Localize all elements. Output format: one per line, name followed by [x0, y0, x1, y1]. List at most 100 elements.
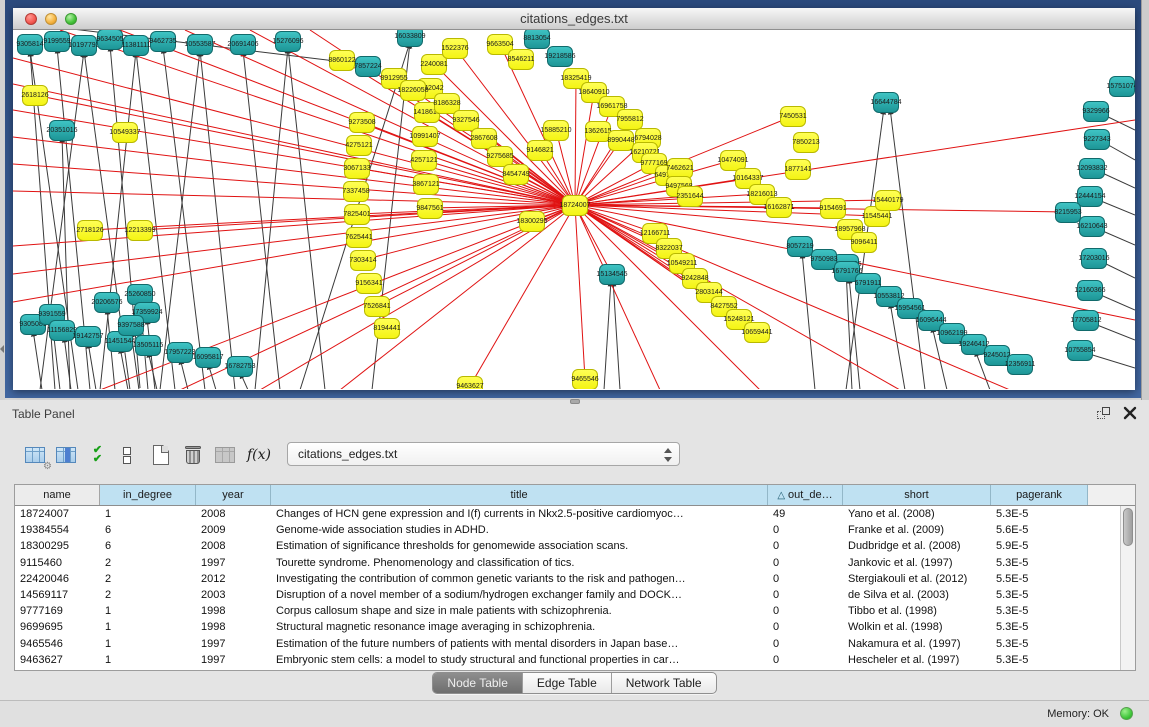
cell-pagerank[interactable]: 5.3E-5 — [991, 603, 1088, 619]
graph-node[interactable]: 20206576 — [94, 292, 120, 313]
cell-out_de[interactable]: 0 — [768, 652, 843, 668]
graph-node[interactable]: 7526841 — [364, 296, 390, 317]
graph-node[interactable]: 8990448 — [608, 130, 634, 151]
cell-title[interactable]: Structural magnetic resonance image aver… — [271, 619, 768, 635]
cell-title[interactable]: Corpus callosum shape and size in male p… — [271, 603, 768, 619]
table-scrollbar[interactable] — [1120, 506, 1135, 670]
graph-node[interactable]: 3867121 — [413, 174, 439, 195]
cell-name[interactable]: 9115460 — [15, 555, 100, 571]
graph-node[interactable]: 8860122 — [329, 50, 355, 71]
cell-title[interactable]: Estimation of significance thresholds fo… — [271, 538, 768, 554]
graph-node[interactable]: 9847561 — [417, 198, 443, 219]
graph-node[interactable]: 2351644 — [677, 186, 703, 207]
function-builder-icon[interactable]: f(x) — [246, 442, 272, 468]
cell-year[interactable]: 1997 — [196, 652, 271, 668]
cell-in_degree[interactable]: 1 — [100, 603, 196, 619]
cell-in_degree[interactable]: 6 — [100, 522, 196, 538]
column-header-in_degree[interactable]: in_degree — [100, 485, 196, 505]
graph-node[interactable]: 7850213 — [793, 132, 819, 153]
graph-node[interactable]: 7625441 — [346, 227, 372, 248]
graph-node[interactable]: 16644784 — [873, 92, 899, 113]
cell-pagerank[interactable]: 5.3E-5 — [991, 619, 1088, 635]
row-visibility-icon[interactable] — [114, 442, 140, 468]
graph-node[interactable]: 15751074 — [1109, 76, 1135, 97]
cell-short[interactable]: Hescheler et al. (1997) — [843, 652, 991, 668]
graph-node[interactable]: 12093832 — [1079, 158, 1105, 179]
graph-node[interactable]: 12213399 — [127, 220, 153, 241]
graph-node[interactable]: 8057219 — [787, 236, 813, 257]
cell-short[interactable]: Dudbridge et al. (2008) — [843, 538, 991, 554]
graph-node[interactable]: 10991407 — [412, 126, 438, 147]
table-settings-icon[interactable]: ⚙ — [22, 442, 48, 468]
collapse-left-arrow-icon[interactable] — [0, 345, 4, 353]
cell-out_de[interactable]: 0 — [768, 587, 843, 603]
show-columns-icon[interactable] — [53, 442, 79, 468]
cell-title[interactable]: Estimation of the future numbers of pati… — [271, 636, 768, 652]
cell-short[interactable]: Stergiakouli et al. (2012) — [843, 571, 991, 587]
graph-node[interactable]: 17705812 — [1073, 310, 1099, 331]
graph-node[interactable]: 4275121 — [346, 135, 372, 156]
graph-node[interactable]: 16033809 — [397, 30, 423, 47]
cell-in_degree[interactable]: 1 — [100, 636, 196, 652]
cell-in_degree[interactable]: 1 — [100, 652, 196, 668]
cell-out_de[interactable]: 0 — [768, 619, 843, 635]
cell-year[interactable]: 1998 — [196, 619, 271, 635]
cell-in_degree[interactable]: 6 — [100, 538, 196, 554]
graph-node[interactable]: 11381111 — [123, 35, 149, 56]
table-row[interactable]: 2242004622012Investigating the contribut… — [15, 571, 1135, 587]
cell-year[interactable]: 1998 — [196, 603, 271, 619]
graph-node[interactable]: 10755854 — [1067, 340, 1093, 361]
graph-node[interactable]: 19218586 — [547, 46, 573, 67]
cell-title[interactable]: Disruption of a novel member of a sodium… — [271, 587, 768, 603]
network-window[interactable]: citations_edges.txt 93058149199559 — [13, 8, 1135, 390]
column-header-year[interactable]: year — [196, 485, 271, 505]
tab-network-table[interactable]: Network Table — [612, 673, 716, 693]
network-window-titlebar[interactable]: citations_edges.txt — [13, 8, 1135, 30]
close-panel-icon[interactable] — [1123, 405, 1137, 420]
graph-node[interactable]: 7955812 — [617, 109, 643, 130]
graph-node[interactable]: 9329966 — [1083, 101, 1109, 122]
cell-name[interactable]: 18300295 — [15, 538, 100, 554]
cell-pagerank[interactable]: 5.3E-5 — [991, 652, 1088, 668]
cell-short[interactable]: Yano et al. (2008) — [843, 506, 991, 522]
cell-year[interactable]: 2008 — [196, 538, 271, 554]
float-window-icon[interactable] — [1097, 407, 1111, 420]
cell-name[interactable]: 22420046 — [15, 571, 100, 587]
cell-pagerank[interactable]: 5.6E-5 — [991, 522, 1088, 538]
cell-year[interactable]: 2012 — [196, 571, 271, 587]
cell-name[interactable]: 9699695 — [15, 619, 100, 635]
cell-pagerank[interactable]: 5.3E-5 — [991, 587, 1088, 603]
graph-node[interactable]: 16782753 — [227, 356, 253, 377]
cell-year[interactable]: 1997 — [196, 555, 271, 571]
cell-in_degree[interactable]: 2 — [100, 555, 196, 571]
cell-out_de[interactable]: 0 — [768, 571, 843, 587]
cell-pagerank[interactable]: 5.9E-5 — [991, 538, 1088, 554]
graph-node[interactable]: 20691406 — [230, 34, 256, 55]
cell-title[interactable]: Embryonic stem cells: a model to study s… — [271, 652, 768, 668]
table-row[interactable]: 977716911998Corpus callosum shape and si… — [15, 603, 1135, 619]
cell-pagerank[interactable]: 5.3E-5 — [991, 506, 1088, 522]
graph-hub-node[interactable]: 18724007 — [562, 195, 588, 216]
cell-year[interactable]: 2003 — [196, 587, 271, 603]
table-row[interactable]: 1456911722003Disruption of a novel membe… — [15, 587, 1135, 603]
cell-in_degree[interactable]: 2 — [100, 587, 196, 603]
graph-node[interactable]: 9463627 — [457, 376, 483, 389]
graph-node[interactable]: 9199559 — [44, 31, 70, 52]
graph-node[interactable]: 7857224 — [355, 56, 381, 77]
graph-node[interactable]: 2718126 — [77, 220, 103, 241]
cell-name[interactable]: 14569117 — [15, 587, 100, 603]
column-header-title[interactable]: title — [271, 485, 768, 505]
graph-node[interactable]: 9156341 — [356, 273, 382, 294]
graph-node[interactable]: 4257121 — [411, 150, 437, 171]
cell-in_degree[interactable]: 1 — [100, 619, 196, 635]
graph-node[interactable]: 10197793 — [71, 35, 97, 56]
graph-node[interactable]: 18300295 — [519, 211, 545, 232]
graph-node[interactable]: 11156829 — [49, 320, 75, 341]
graph-node[interactable]: 10549337 — [112, 122, 138, 143]
table-row[interactable]: 946362711997Embryonic stem cells: a mode… — [15, 652, 1135, 668]
graph-node[interactable]: 9465546 — [572, 369, 598, 389]
table-row[interactable]: 911546021997Tourette syndrome. Phenomeno… — [15, 555, 1135, 571]
graph-node[interactable]: 9146821 — [527, 140, 553, 161]
cell-out_de[interactable]: 0 — [768, 636, 843, 652]
graph-node[interactable]: 18226058 — [400, 80, 426, 101]
